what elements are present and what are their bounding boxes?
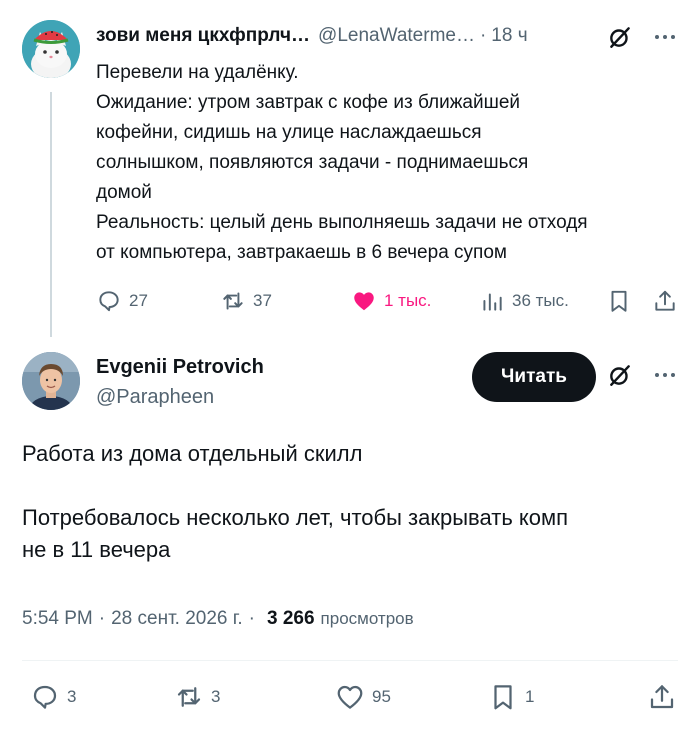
thread-connector-line [50, 92, 52, 337]
share-button[interactable] [652, 286, 678, 316]
tweet-header: зови меня цкхфпрлч… @LenaWaterme… · 18 ч [96, 24, 528, 48]
like-count: 95 [372, 687, 391, 706]
tweet-text-line: домой [96, 182, 152, 203]
repost-count: 37 [253, 291, 272, 310]
reply-icon [33, 685, 57, 709]
avatar[interactable] [22, 352, 80, 410]
divider [22, 660, 678, 661]
tweet-text-line: Работа из дома отдельный скилл [22, 441, 363, 466]
share-icon [655, 290, 675, 311]
reply-button[interactable]: 27 [96, 286, 148, 316]
tweet-text: Перевели на удалёнку. Ожидание: утром за… [96, 58, 676, 268]
grok-icon[interactable] [607, 362, 633, 388]
separator-dot: · [479, 25, 487, 46]
like-button[interactable]: 1 тыс. [351, 286, 431, 316]
heart-icon [354, 292, 374, 311]
tweet-text-line: Потребовалось несколько лет, чтобы закры… [22, 505, 569, 530]
follow-button[interactable]: Читать [472, 352, 596, 402]
share-icon [650, 685, 674, 709]
tweet-date[interactable]: 28 сент. 2026 г. [111, 608, 243, 630]
heart-icon [337, 685, 363, 709]
tweet-text: Работа из дома отдельный скилл Потребова… [22, 438, 682, 566]
views-count: 3 266 [266, 608, 315, 629]
tweet-text-line: не в 11 вечера [22, 537, 171, 562]
views-label: просмотров [320, 609, 414, 628]
author-name[interactable]: зови меня цкхфпрлч… [96, 25, 310, 47]
action-bar: 27 37 1 тыс. 36 тыс. [96, 286, 686, 316]
bookmark-button[interactable]: 1 [488, 682, 534, 712]
more-icon[interactable] [651, 362, 679, 388]
author-handle[interactable]: @Parapheen [96, 386, 214, 409]
reply-button[interactable]: 3 [30, 682, 76, 712]
tweet-text-blank-line [22, 470, 682, 502]
like-count: 1 тыс. [384, 291, 432, 310]
author-name[interactable]: Evgenii Petrovich [96, 356, 264, 379]
reply-icon [99, 291, 119, 312]
views-button[interactable]: 36 тыс. [479, 286, 569, 316]
avatar[interactable] [22, 20, 80, 78]
repost-count: 3 [211, 687, 221, 706]
bookmark-icon [611, 290, 627, 312]
action-bar: 3 3 95 1 [22, 682, 682, 714]
views-count: 36 тыс. [512, 291, 569, 310]
bookmark-icon [494, 685, 512, 710]
separator-dot: · [98, 608, 106, 629]
repost-icon [177, 687, 201, 707]
bookmark-button[interactable] [606, 286, 632, 316]
more-icon[interactable] [651, 24, 679, 50]
separator-dot: · [248, 608, 255, 629]
author-handle[interactable]: @LenaWaterme… [318, 25, 475, 47]
repost-button[interactable]: 37 [220, 286, 272, 316]
grok-icon[interactable] [607, 24, 633, 50]
repost-button[interactable]: 3 [174, 682, 220, 712]
reply-count: 27 [129, 291, 148, 310]
tweet-text-line: солнышком, появляются задачи - поднимаеш… [96, 152, 529, 173]
tweet-text-line: Ожидание: утром завтрак с кофе из ближай… [96, 92, 521, 113]
tweet-text-line: кофейни, сидишь на улице наслаждаешься [96, 122, 482, 143]
tweet-text-line: Реальность: целый день выполняешь задачи… [96, 212, 588, 233]
reply-count: 3 [67, 687, 77, 706]
cat-avatar-image [22, 20, 80, 78]
views-icon [483, 293, 502, 311]
share-button[interactable] [647, 682, 677, 712]
bookmark-count: 1 [525, 687, 535, 706]
tweet-text-line: Перевели на удалёнку. [96, 62, 299, 83]
tweet-text-line: от компьютера, завтракаешь в 6 вечера су… [96, 242, 507, 263]
like-button[interactable]: 95 [335, 682, 391, 712]
tweet-metadata: 5:54 PM · 28 сент. 2026 г. · 3 266 просм… [22, 608, 414, 630]
tweet-time[interactable]: 5:54 PM [22, 608, 93, 630]
tweet-time[interactable]: 18 ч [491, 25, 527, 47]
repost-icon [223, 292, 243, 310]
person-avatar-image [22, 352, 80, 410]
parent-tweet[interactable]: зови меня цкхфпрлч… @LenaWaterme… · 18 ч… [0, 0, 700, 337]
